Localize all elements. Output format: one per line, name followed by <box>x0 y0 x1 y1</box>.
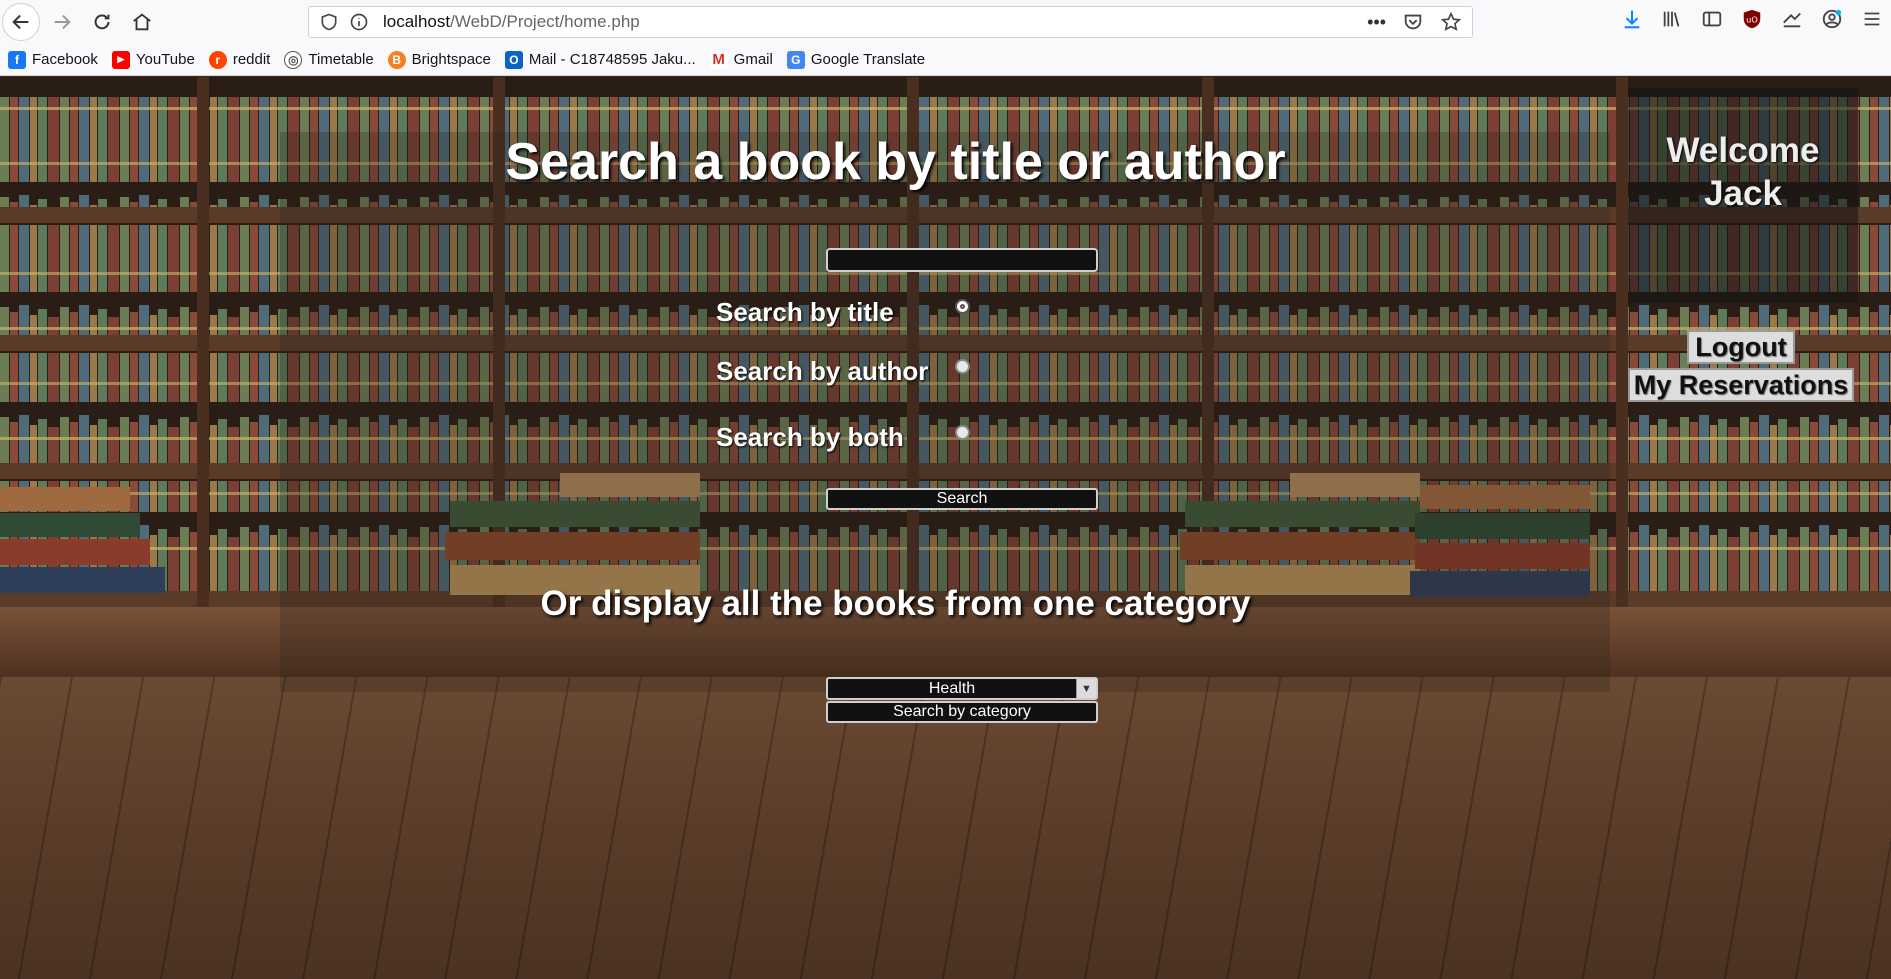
home-icon <box>133 13 151 31</box>
category-selected-value: Health <box>928 679 976 697</box>
more-actions-icon[interactable]: ••• <box>1367 12 1386 33</box>
my-reservations-button[interactable]: My Reservations <box>1628 368 1854 402</box>
forward-button[interactable] <box>44 4 80 40</box>
home-button[interactable] <box>124 4 160 40</box>
radio-search-both[interactable] <box>955 425 970 440</box>
bookmark-timetable[interactable]: ◎ Timetable <box>284 50 374 69</box>
pocket-icon[interactable] <box>1402 11 1424 33</box>
library-button[interactable] <box>1659 6 1685 32</box>
globe-icon: ◎ <box>284 50 303 69</box>
bookmark-reddit[interactable]: r reddit <box>208 50 270 69</box>
welcome-line-1: Welcome <box>1666 131 1820 170</box>
page-title: Search a book by title or author <box>505 133 1286 191</box>
shield-icon[interactable] <box>319 12 339 32</box>
radio-label-author: Search by author <box>716 356 929 386</box>
arrow-right-icon <box>54 14 71 30</box>
bookmark-star-icon[interactable] <box>1440 11 1462 33</box>
radio-search-author[interactable] <box>955 359 970 374</box>
account-button[interactable] <box>1819 6 1845 32</box>
hamburger-menu-icon <box>1864 12 1880 26</box>
gmail-icon: M <box>709 50 728 69</box>
sidebar-button[interactable] <box>1699 6 1725 32</box>
address-bar[interactable]: localhost/WebD/Project/home.php ••• <box>308 6 1473 38</box>
welcome-user-name: Jack <box>1704 174 1782 213</box>
chevron-down-icon[interactable]: ▼ <box>1076 679 1096 698</box>
bookmark-google-translate[interactable]: G Google Translate <box>786 50 925 69</box>
menu-button[interactable] <box>1859 6 1885 32</box>
reddit-icon: r <box>208 50 227 69</box>
reload-icon <box>94 14 110 30</box>
ublock-icon: uO <box>1743 9 1761 29</box>
category-select[interactable]: Health ▼ <box>826 677 1098 700</box>
youtube-icon: ▶ <box>111 50 130 69</box>
sidebar-icon <box>1702 11 1722 27</box>
category-heading: Or display all the books from one catego… <box>540 584 1251 623</box>
bookmark-mail[interactable]: O Mail - C18748595 Jaku... <box>504 50 696 69</box>
download-icon <box>1624 10 1640 29</box>
back-button[interactable] <box>2 3 40 41</box>
browser-toolbar: localhost/WebD/Project/home.php ••• uO <box>0 0 1891 44</box>
bookmark-gmail[interactable]: M Gmail <box>709 50 773 69</box>
translate-icon: G <box>786 50 805 69</box>
radio-label-both: Search by both <box>716 422 904 452</box>
brightspace-icon: B <box>387 50 406 69</box>
library-icon <box>1663 11 1680 27</box>
page-body: Search a book by title or author Search … <box>0 77 1891 979</box>
account-icon <box>1822 9 1842 29</box>
search-button[interactable]: Search <box>826 488 1098 510</box>
extension-icon <box>1783 12 1801 28</box>
bookmark-brightspace[interactable]: B Brightspace <box>387 50 491 69</box>
extension-button[interactable] <box>1779 6 1805 32</box>
search-input[interactable] <box>826 248 1098 272</box>
ublock-button[interactable]: uO <box>1739 6 1765 32</box>
outlook-icon: O <box>504 50 523 69</box>
url-text: localhost/WebD/Project/home.php <box>383 12 640 31</box>
downloads-button[interactable] <box>1619 6 1645 32</box>
reload-button[interactable] <box>84 4 120 40</box>
arrow-left-icon <box>12 14 29 30</box>
bookmark-facebook[interactable]: f Facebook <box>8 50 98 69</box>
radio-label-title: Search by title <box>716 297 894 327</box>
radio-search-title[interactable] <box>955 299 970 314</box>
facebook-icon: f <box>8 50 26 69</box>
info-icon[interactable] <box>349 12 369 32</box>
bookmark-youtube[interactable]: ▶ YouTube <box>111 50 195 69</box>
welcome-message: Welcome Jack <box>1628 129 1858 215</box>
bookmarks-toolbar: f Facebook ▶ YouTube r reddit ◎ Timetable BB… <box>0 44 1891 76</box>
svg-text:uO: uO <box>1746 15 1758 25</box>
search-by-category-button[interactable]: Search by category <box>826 701 1098 723</box>
logout-button[interactable]: Logout <box>1687 330 1795 364</box>
